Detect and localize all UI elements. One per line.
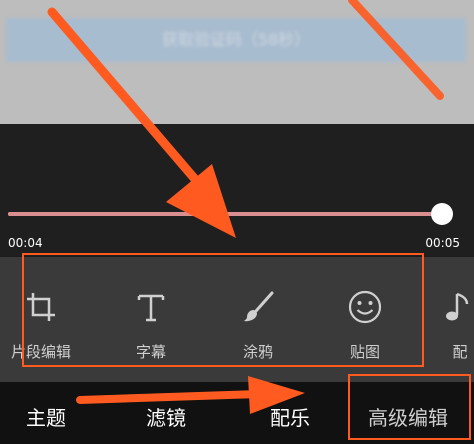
arrow-top-right bbox=[348, 0, 444, 100]
annotation-arrows bbox=[47, 0, 444, 414]
arrow-diagonal bbox=[47, 7, 236, 238]
arrow-horizontal bbox=[76, 376, 305, 414]
